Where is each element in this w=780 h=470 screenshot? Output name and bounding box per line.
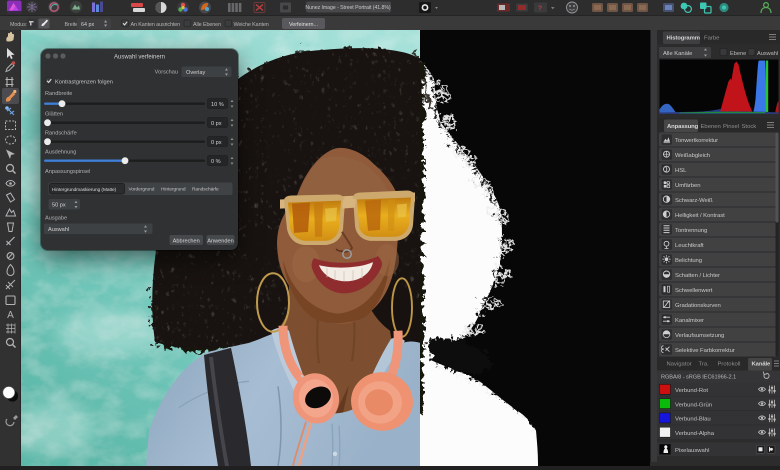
svg-text:Schwarz-Weiß: Schwarz-Weiß	[675, 198, 713, 204]
svg-text:0 px: 0 px	[211, 121, 222, 127]
svg-text:50 px: 50 px	[52, 203, 66, 209]
svg-text:An Kanten ausrichten: An Kanten ausrichten	[131, 22, 181, 28]
svg-text:Kanäle: Kanäle	[752, 362, 772, 368]
svg-text:Pixelauswahl: Pixelauswahl	[675, 448, 709, 454]
svg-text:?: ?	[538, 6, 542, 13]
svg-text:Kontrastgrenzen folgen: Kontrastgrenzen folgen	[55, 80, 113, 86]
svg-text:Verbund-Rot: Verbund-Rot	[675, 388, 708, 394]
svg-text:Randschärfe: Randschärfe	[192, 187, 219, 193]
svg-text:Anwenden: Anwenden	[207, 238, 233, 244]
svg-text:Stock: Stock	[742, 124, 757, 130]
svg-text:Umfärben: Umfärben	[675, 183, 700, 189]
svg-text:Abbrechen: Abbrechen	[173, 238, 200, 244]
svg-text:Anpassung: Anpassung	[667, 124, 699, 130]
svg-text:Schatten / Lichter: Schatten / Lichter	[675, 273, 720, 279]
svg-text:Verbund-Alpha: Verbund-Alpha	[675, 431, 715, 437]
svg-text:Randschärfe: Randschärfe	[45, 131, 77, 137]
svg-text:Tonwertkorrektur: Tonwertkorrektur	[675, 138, 718, 144]
svg-text:Ausdehnung: Ausdehnung	[45, 150, 76, 156]
svg-text:Overlay: Overlay	[186, 70, 205, 76]
svg-text:Verfeinern...: Verfeinern...	[289, 22, 318, 28]
svg-text:Vorschau: Vorschau	[155, 70, 178, 76]
svg-text:Nunez Image - Street Portrait: Nunez Image - Street Portrait (41.8%)	[305, 5, 391, 11]
svg-text:Verbund-Blau: Verbund-Blau	[675, 417, 711, 423]
svg-text:Randbreite: Randbreite	[45, 91, 72, 97]
svg-text:Navigator: Navigator	[667, 362, 692, 368]
svg-text:Alle Kanäle: Alle Kanäle	[663, 51, 692, 57]
svg-text:Pinsel: Pinsel	[723, 124, 739, 130]
svg-text:Kanalmixer: Kanalmixer	[675, 318, 704, 324]
svg-text:Verbund-Grün: Verbund-Grün	[675, 402, 712, 408]
svg-text:Farbe: Farbe	[704, 36, 720, 42]
svg-text:Protokoll: Protokoll	[718, 362, 741, 368]
svg-text:Schwellenwert: Schwellenwert	[675, 288, 713, 294]
svg-text:Histogramm: Histogramm	[667, 36, 700, 42]
svg-text:Ebene: Ebene	[730, 51, 746, 57]
svg-text:Helligkeit / Kontrast: Helligkeit / Kontrast	[675, 213, 725, 219]
svg-text:Weißabgleich: Weißabgleich	[675, 153, 710, 159]
svg-text:Hintergrundmaskierung (Matte): Hintergrundmaskierung (Matte)	[52, 187, 117, 193]
svg-text:64 px: 64 px	[81, 22, 94, 28]
svg-text:Auswahl: Auswahl	[757, 51, 778, 57]
svg-text:Belichtung: Belichtung	[675, 258, 702, 264]
svg-text:Tontrennung: Tontrennung	[675, 228, 707, 234]
svg-text:Anpassungspinsel: Anpassungspinsel	[45, 169, 90, 175]
svg-text:Weiche Kanten: Weiche Kanten	[234, 22, 269, 28]
svg-text:Tra.: Tra.	[699, 362, 710, 368]
svg-text:Auswahl: Auswahl	[48, 227, 69, 233]
svg-text:Ausgabe: Ausgabe	[45, 216, 67, 222]
svg-text:Alle Ebenen: Alle Ebenen	[193, 22, 221, 28]
svg-text:Modus:: Modus:	[10, 22, 27, 28]
svg-text:RGBA/8 - sRGB IEC61966-2.1: RGBA/8 - sRGB IEC61966-2.1	[661, 375, 736, 381]
svg-text:Ebenen: Ebenen	[701, 124, 721, 130]
svg-text:Hintergrund: Hintergrund	[161, 187, 186, 193]
svg-text:Auswahl verfeinern: Auswahl verfeinern	[114, 55, 165, 61]
svg-text:0 px: 0 px	[211, 140, 222, 146]
svg-text:10 %: 10 %	[211, 102, 224, 108]
svg-text:Vordergrund: Vordergrund	[129, 187, 155, 193]
svg-text:Leuchtkraft: Leuchtkraft	[675, 243, 704, 249]
svg-text:Gradationskurven: Gradationskurven	[675, 303, 721, 309]
svg-text:HSL: HSL	[675, 168, 687, 174]
svg-text:Glätten: Glätten	[45, 112, 63, 118]
svg-text:Selektive Farbkorrektur: Selektive Farbkorrektur	[675, 348, 735, 354]
svg-text:A: A	[7, 310, 14, 321]
svg-text:0 %: 0 %	[211, 159, 221, 165]
svg-text:Verlaufsumsetzung: Verlaufsumsetzung	[675, 333, 724, 339]
